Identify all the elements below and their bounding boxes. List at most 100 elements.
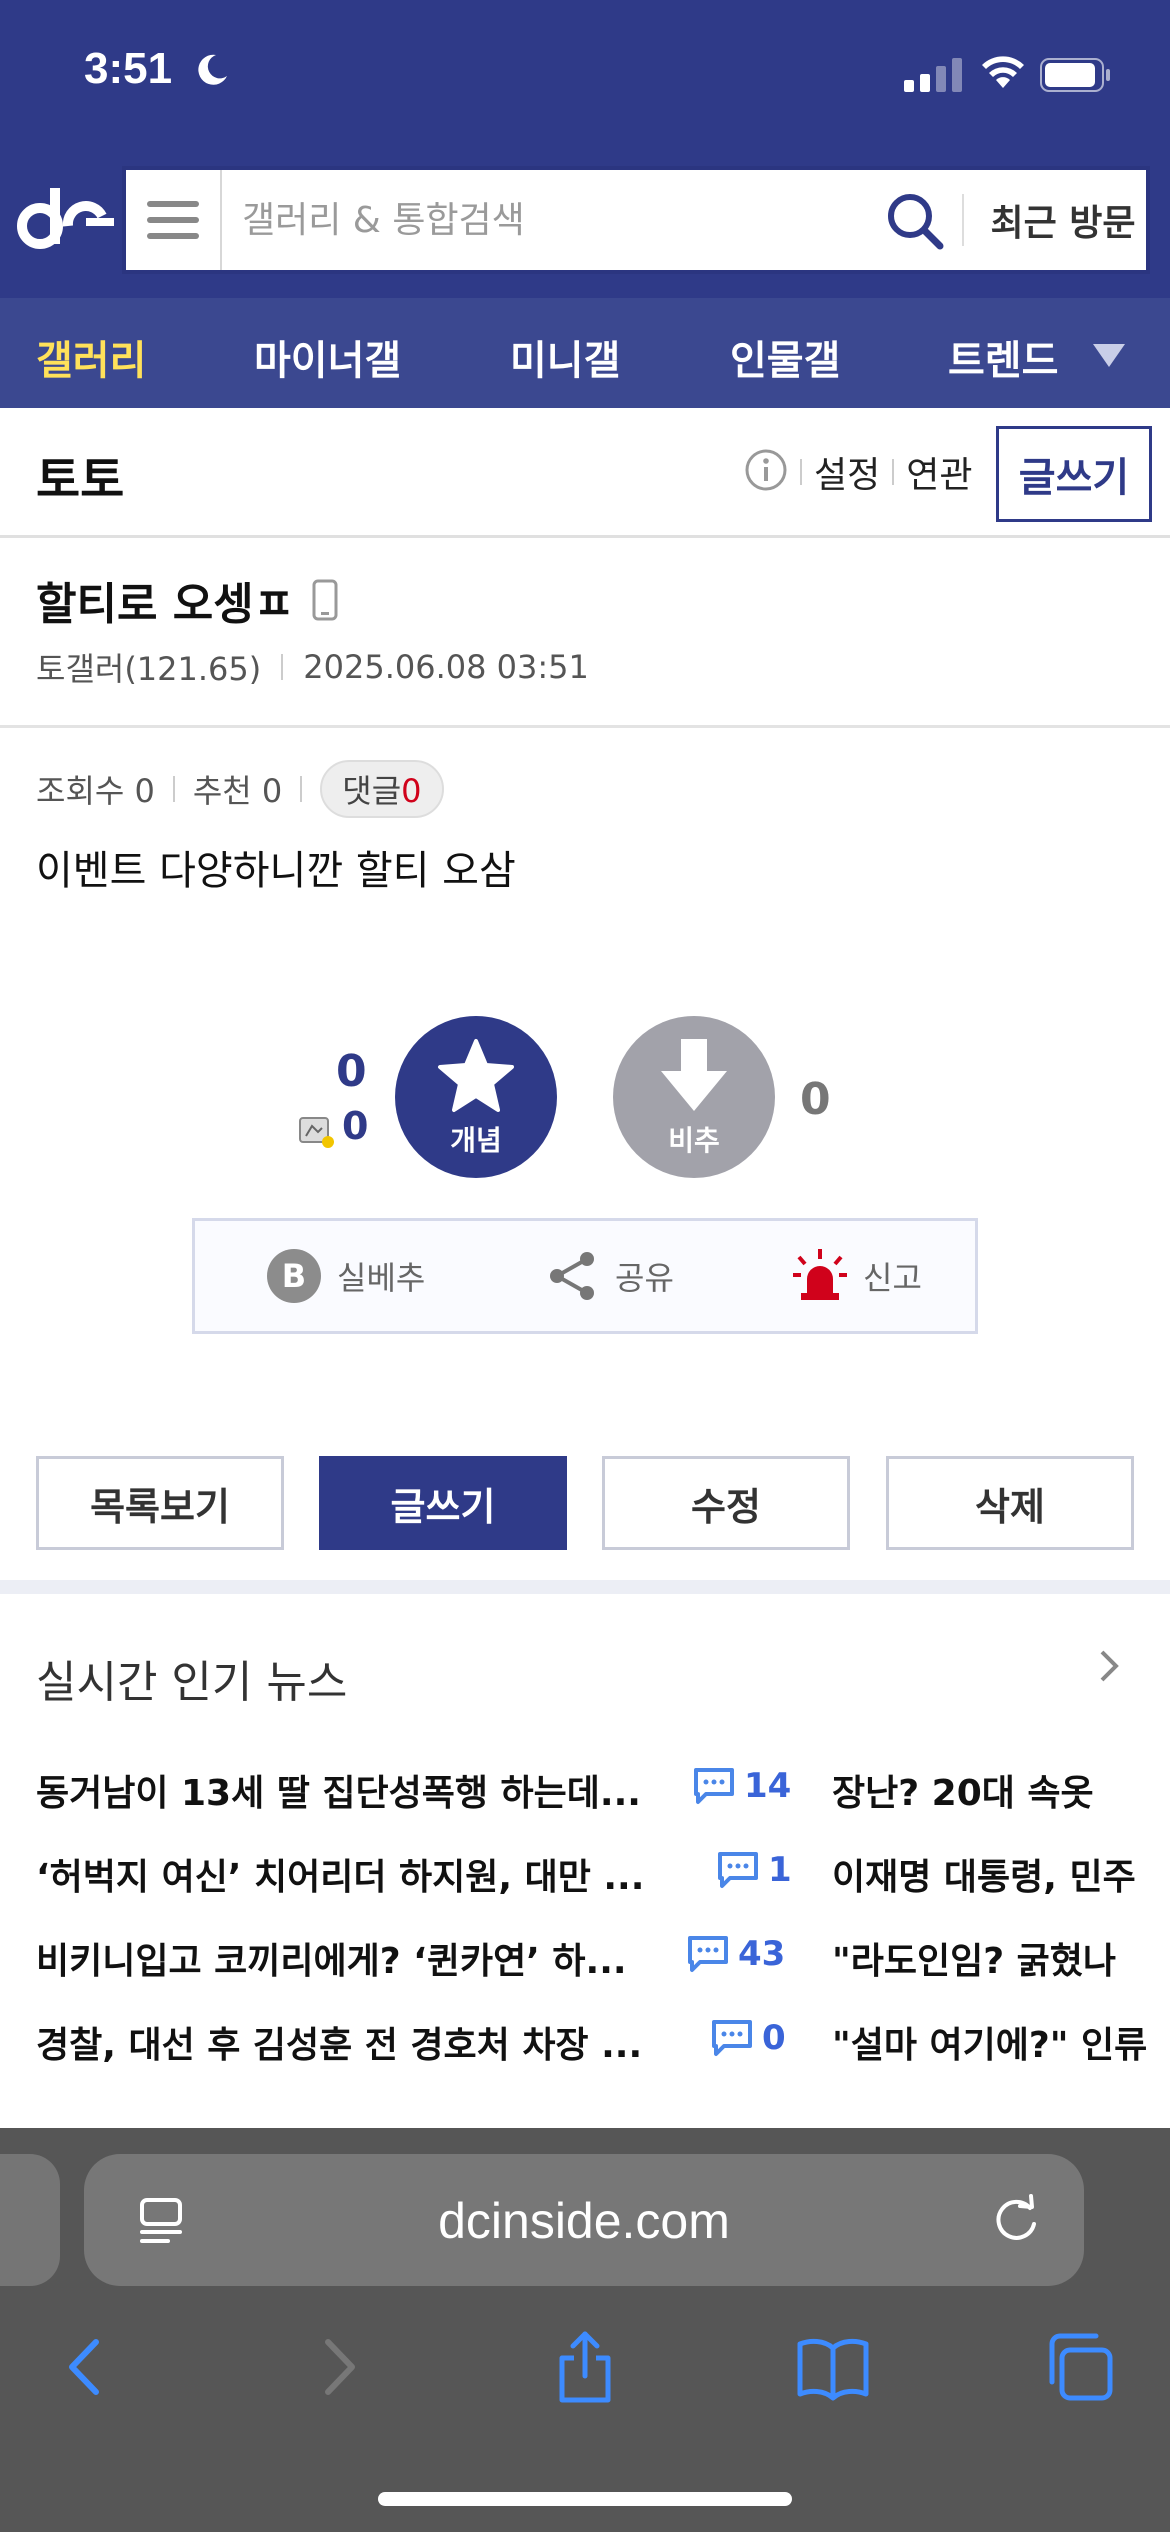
comment-label: 댓글 [342,772,402,810]
report-label: 신고 [863,1259,922,1297]
search-divider [962,194,964,246]
divider [172,776,175,802]
reload-icon[interactable] [990,2194,1042,2246]
news-comment-count: 0 [710,2018,786,2058]
news-comment-number: 14 [744,1766,792,1806]
share-button[interactable]: 공유 [543,1247,674,1305]
upvote-button[interactable]: 개념 [395,1016,557,1178]
search-box: 최근 방문 [122,166,1150,274]
divider [800,459,802,485]
menu-button[interactable] [126,170,222,270]
nav-gallery[interactable]: 갤러리 [36,328,146,386]
settings-link[interactable]: 설정 [814,446,880,498]
silbe-label: 실베추 [337,1259,426,1297]
url-text: dcinside.com [438,2193,730,2249]
gallery-links: 설정 연관 [800,446,973,498]
share-sheet-icon[interactable] [548,2330,622,2404]
home-indicator[interactable] [378,2492,792,2506]
news-row: 동거남이 13세 딸 집단성폭행 하는데... 14 장난? 20대 속옷 [36,1764,1170,1824]
share-icon [550,1252,594,1300]
post-actions: B 실베추 공유 신고 [192,1218,978,1334]
news-headline-right[interactable]: 이재명 대통령, 민주 [832,1848,1170,1900]
news-comment-number: 1 [768,1850,792,1890]
comment-count-button[interactable]: 댓글0 [320,760,444,818]
info-icon[interactable] [744,448,788,492]
recommend-count: 추천 0 [192,772,283,810]
news-section-title: 실시간 인기 뉴스 [36,1657,348,1708]
nav-trend[interactable]: 트렌드 [948,328,1058,386]
back-icon[interactable] [50,2330,124,2404]
comment-count: 0 [401,772,422,810]
news-headline[interactable]: 동거남이 13세 딸 집단성폭행 하는데... [36,1764,666,1816]
chevron-down-icon[interactable] [1090,340,1128,370]
downvote-button[interactable]: 비추 [613,1016,775,1178]
gallery-title[interactable]: 토토 [36,440,124,510]
signal-icon [904,58,962,92]
news-comment-count: 14 [692,1766,791,1806]
news-headline-right[interactable]: "설마 여기에?" 인류 [832,2016,1170,2068]
b-badge-icon: B [267,1249,321,1303]
comment-icon [718,1852,758,1888]
upvote-label: 개념 [450,1124,502,1157]
silbe-button[interactable]: B 실베추 [265,1247,425,1305]
news-row: 비키니입고 코끼리에게? ‘퀸카연’ 하... 43 "라도인임? 굵혔나 [36,1932,1170,1992]
previous-tab-peek[interactable] [0,2154,60,2286]
browser-toolbar: dcinside.com [0,2128,1170,2532]
post-author[interactable]: 토갤러(121.65) [36,644,261,690]
nav-minor-gallery[interactable]: 마이너갤 [254,328,401,386]
post-header: 할티로 오셍ㅍ 토갤러(121.65) 2025.06.08 03:51 [0,540,1170,728]
fixed-upvote-count: 0 [342,1104,369,1148]
list-button[interactable]: 목록보기 [36,1456,284,1550]
bookmarks-icon[interactable] [796,2330,870,2404]
moon-icon [198,54,227,85]
news-headline-right[interactable]: 장난? 20대 속옷 [832,1764,1170,1816]
siren-icon [793,1249,847,1300]
edit-button[interactable]: 수정 [602,1456,850,1550]
news-comment-count: 1 [716,1850,792,1890]
recent-visit-button[interactable]: 최근 방문 [978,170,1148,270]
site-header: 최근 방문 [0,150,1170,298]
gallery-nav: 갤러리 마이너갤 미니갤 인물갤 트렌드 [0,298,1170,408]
search-input[interactable] [242,170,842,270]
address-bar[interactable]: dcinside.com [84,2154,1084,2286]
post-stats: 조회수 0 추천 0 댓글0 [36,760,444,818]
nav-person-gallery[interactable]: 인물갤 [730,328,840,386]
news-headline[interactable]: 경찰, 대선 후 김성훈 전 경호처 차장 ... [36,2016,666,2068]
dc-logo[interactable] [16,182,116,258]
news-headline[interactable]: ‘허벅지 여신’ 치어리더 하지원, 대만 ... [36,1848,666,1900]
related-link[interactable]: 연관 [906,446,972,498]
post-title-wrap: 할티로 오셍ㅍ [36,568,338,632]
post-title: 할티로 오셍ㅍ [36,579,295,630]
hamburger-icon [147,201,199,207]
comment-icon [712,2020,752,2056]
battery-icon [1040,58,1110,92]
news-row: ‘허벅지 여신’ 치어리더 하지원, 대만 ... 1 이재명 대통령, 민주 [36,1848,1170,1908]
divider [300,776,303,802]
news-headline-right[interactable]: "라도인임? 굵혔나 [832,1932,1170,1984]
status-bar: 3:51 [0,0,1170,150]
search-icon[interactable] [886,192,944,250]
write-button-top[interactable]: 글쓰기 [996,426,1152,522]
news-row: 경찰, 대선 후 김성훈 전 경호처 차장 ... 0 "설마 여기에?" 인류 [36,2016,1170,2076]
view-count: 조회수 0 [36,772,155,810]
report-button[interactable]: 신고 [791,1247,922,1305]
write-button[interactable]: 글쓰기 [319,1456,567,1550]
arrow-down-icon [661,1039,727,1111]
divider [281,654,284,680]
wifi-icon [982,56,1024,88]
fixed-member-icon [299,1117,334,1148]
divider [892,459,895,485]
news-headline[interactable]: 비키니입고 코끼리에게? ‘퀸카연’ 하... [36,1932,666,1984]
news-comment-number: 43 [738,1934,786,1974]
tabs-icon[interactable] [1044,2330,1118,2404]
forward-icon [325,2339,355,2395]
delete-button[interactable]: 삭제 [886,1456,1134,1550]
status-time: 3:51 [84,44,173,93]
svg-text:B: B [282,1257,306,1295]
comment-icon [688,1936,728,1972]
chevron-right-icon[interactable] [1096,1646,1124,1686]
news-comment-count: 43 [686,1934,785,1974]
nav-mini-gallery[interactable]: 미니갤 [510,328,620,386]
comment-icon [694,1768,734,1804]
news-comment-number: 0 [762,2018,786,2058]
